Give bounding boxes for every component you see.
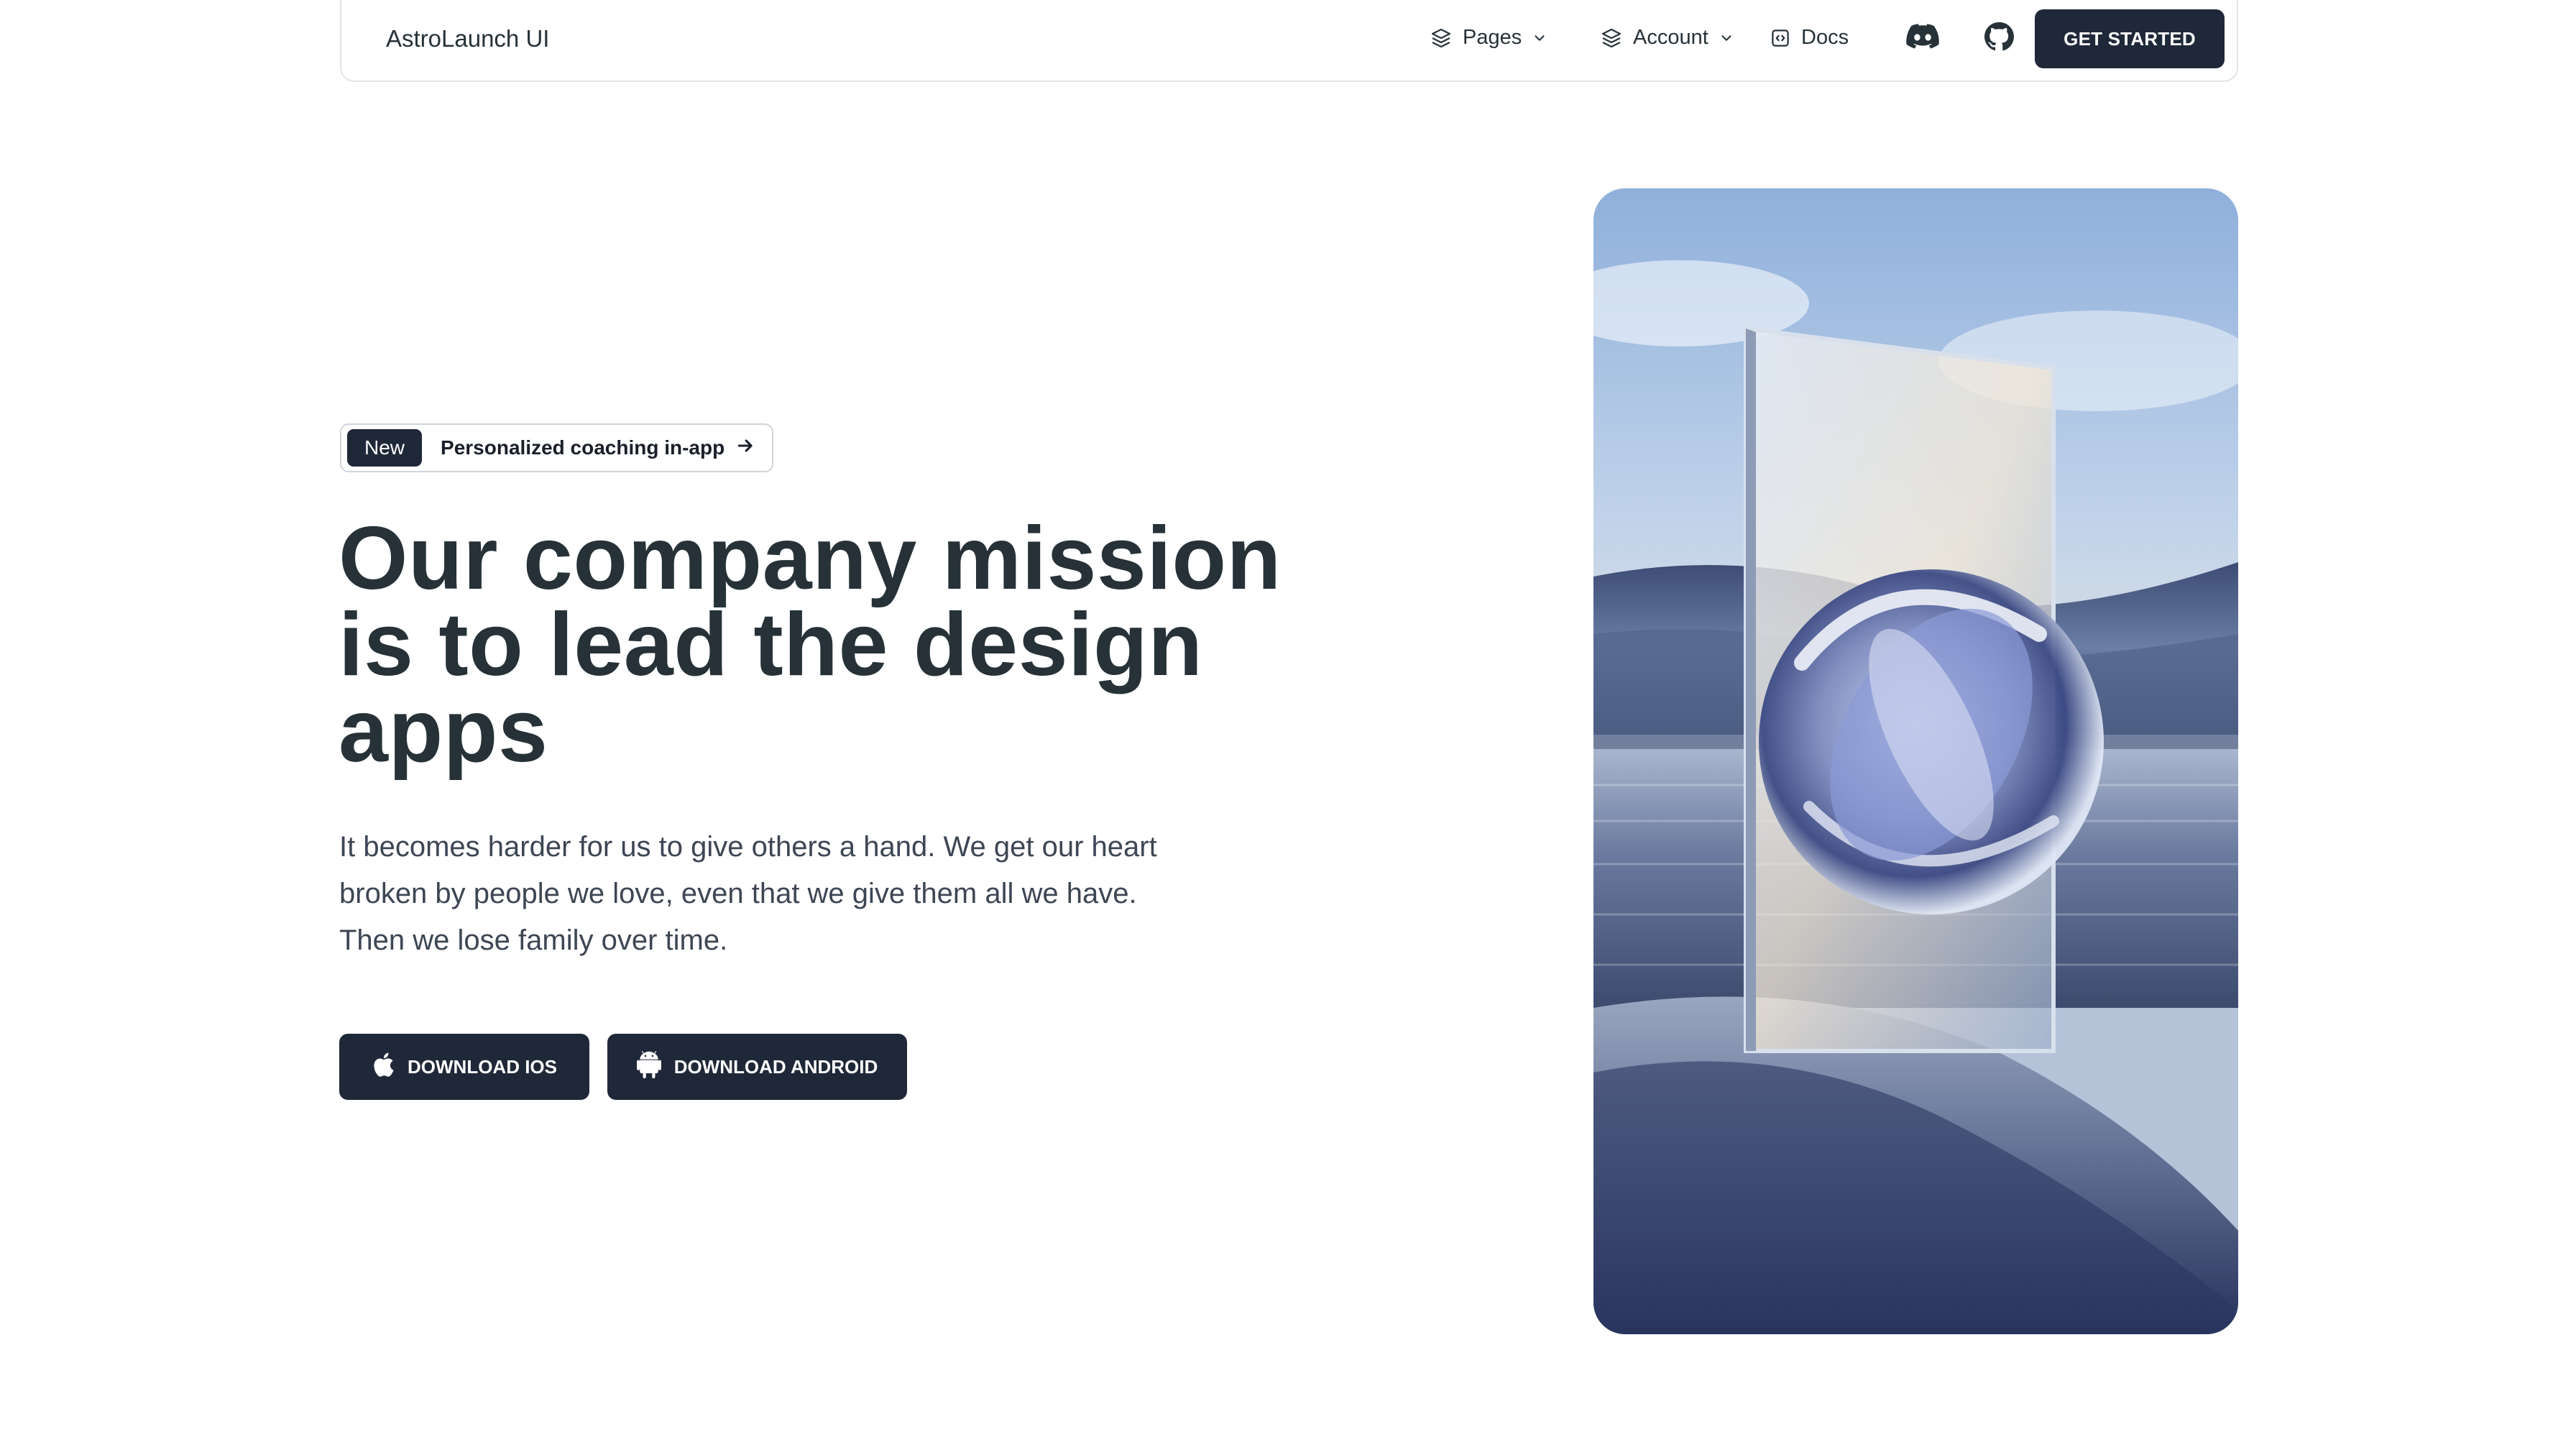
nav-item-pages[interactable]: Pages [1430, 26, 1547, 50]
github-icon [1984, 22, 2014, 52]
page-title-line: Our company mission [339, 509, 1282, 608]
chevron-down-icon [1719, 30, 1734, 46]
page: AstroLaunch UI Pages Account Docs GET ST… [0, 0, 2576, 1455]
apple-icon [372, 1052, 395, 1083]
nav-item-label: Docs [1801, 26, 1849, 49]
page-title-line: is to lead the design [339, 595, 1203, 694]
hero-description-line: It becomes harder for us to give others … [339, 831, 1157, 863]
hero-description-line: Then we lose family over time. [339, 924, 728, 956]
get-started-button[interactable]: GET STARTED [2035, 9, 2225, 68]
code-box-icon [1770, 27, 1791, 49]
nav-item-label: Pages [1463, 26, 1522, 49]
new-pill: New [347, 429, 423, 467]
android-icon [636, 1050, 661, 1084]
hero-image [1593, 188, 2238, 1334]
stack-icon [1430, 27, 1453, 50]
nav-item-docs[interactable]: Docs [1770, 26, 1849, 50]
hero-description: It becomes harder for us to give others … [339, 824, 1202, 964]
chevron-down-icon [1532, 30, 1547, 46]
nav-item-label: Account [1633, 26, 1708, 49]
nav-item-account[interactable]: Account [1600, 26, 1734, 50]
brand-logo-text[interactable]: AstroLaunch UI [386, 24, 549, 53]
hero-description-line: broken by people we love, even that we g… [339, 878, 1137, 909]
page-title-line: apps [339, 681, 548, 781]
download-android-button[interactable]: DOWNLOAD ANDROID [607, 1034, 907, 1100]
discord-icon [1906, 24, 1939, 50]
page-title: Our company mission is to lead the desig… [339, 509, 1330, 781]
badge-text: Personalized coaching in-app [441, 436, 725, 459]
arrow-right-icon [736, 436, 755, 460]
navbar: AstroLaunch UI Pages Account Docs GET ST… [340, 0, 2238, 82]
announcement-badge[interactable]: New Personalized coaching in-app [340, 423, 773, 472]
discord-link[interactable] [1906, 24, 1939, 50]
download-ios-button[interactable]: DOWNLOAD IOS [339, 1034, 589, 1100]
download-ios-label: DOWNLOAD IOS [408, 1055, 557, 1078]
github-link[interactable] [1984, 22, 2014, 52]
stack-icon [1600, 27, 1623, 50]
download-android-label: DOWNLOAD ANDROID [673, 1055, 878, 1078]
badge-text-wrap: Personalized coaching in-app [441, 436, 755, 460]
